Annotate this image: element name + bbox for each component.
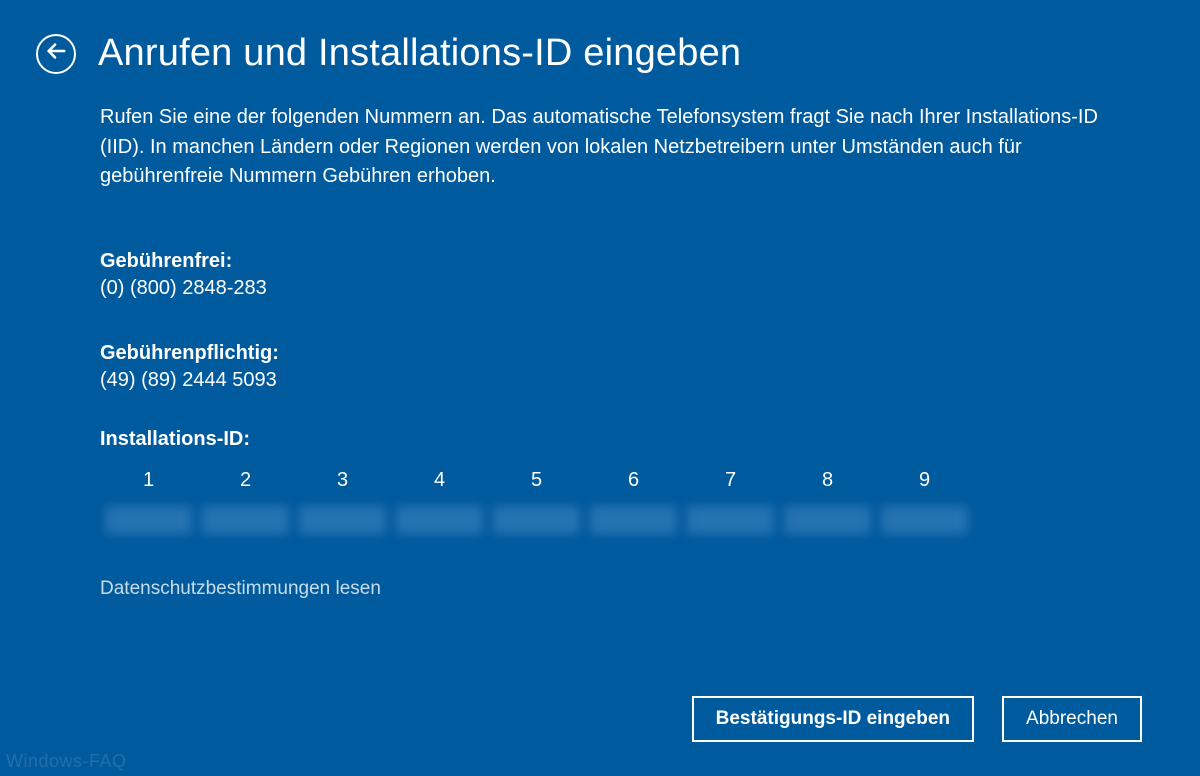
tollfree-number: (0) (800) 2848-283 [100, 277, 1160, 300]
cancel-button[interactable]: Abbrechen [1002, 696, 1142, 742]
watermark: Windows-FAQ [6, 751, 127, 772]
id-value-obscured [106, 506, 192, 534]
id-column-number: 6 [628, 469, 639, 492]
installation-id-label: Installations-ID: [100, 428, 1160, 451]
id-column: 4 [391, 469, 488, 534]
id-value-obscured [785, 506, 871, 534]
id-value-obscured [203, 506, 289, 534]
confirm-id-button[interactable]: Bestätigungs-ID eingeben [692, 696, 974, 742]
id-value-obscured [494, 506, 580, 534]
id-column: 2 [197, 469, 294, 534]
tollfree-label: Gebührenfrei: [100, 250, 1160, 273]
arrow-left-icon [45, 40, 67, 67]
id-column-number: 5 [531, 469, 542, 492]
id-column-number: 1 [143, 469, 154, 492]
id-column: 6 [585, 469, 682, 534]
instructions-text: Rufen Sie eine der folgenden Nummern an.… [100, 103, 1120, 192]
id-column: 9 [876, 469, 973, 534]
id-column: 5 [488, 469, 585, 534]
id-value-obscured [688, 506, 774, 534]
id-column-number: 2 [240, 469, 251, 492]
id-value-obscured [300, 506, 386, 534]
id-value-obscured [591, 506, 677, 534]
id-column-number: 3 [337, 469, 348, 492]
id-value-obscured [397, 506, 483, 534]
id-value-obscured [882, 506, 968, 534]
id-column: 3 [294, 469, 391, 534]
id-column-number: 8 [822, 469, 833, 492]
back-button[interactable] [36, 34, 76, 74]
id-column-number: 9 [919, 469, 930, 492]
id-column: 7 [682, 469, 779, 534]
id-column-number: 7 [725, 469, 736, 492]
toll-label: Gebührenpflichtig: [100, 342, 1160, 365]
toll-number: (49) (89) 2444 5093 [100, 369, 1160, 392]
id-column-number: 4 [434, 469, 445, 492]
id-column: 8 [779, 469, 876, 534]
installation-id-grid: 1 2 3 4 5 6 7 [100, 469, 1160, 534]
page-title: Anrufen und Installations-ID eingeben [98, 32, 741, 75]
id-column: 1 [100, 469, 197, 534]
privacy-link[interactable]: Datenschutzbestimmungen lesen [100, 578, 381, 600]
